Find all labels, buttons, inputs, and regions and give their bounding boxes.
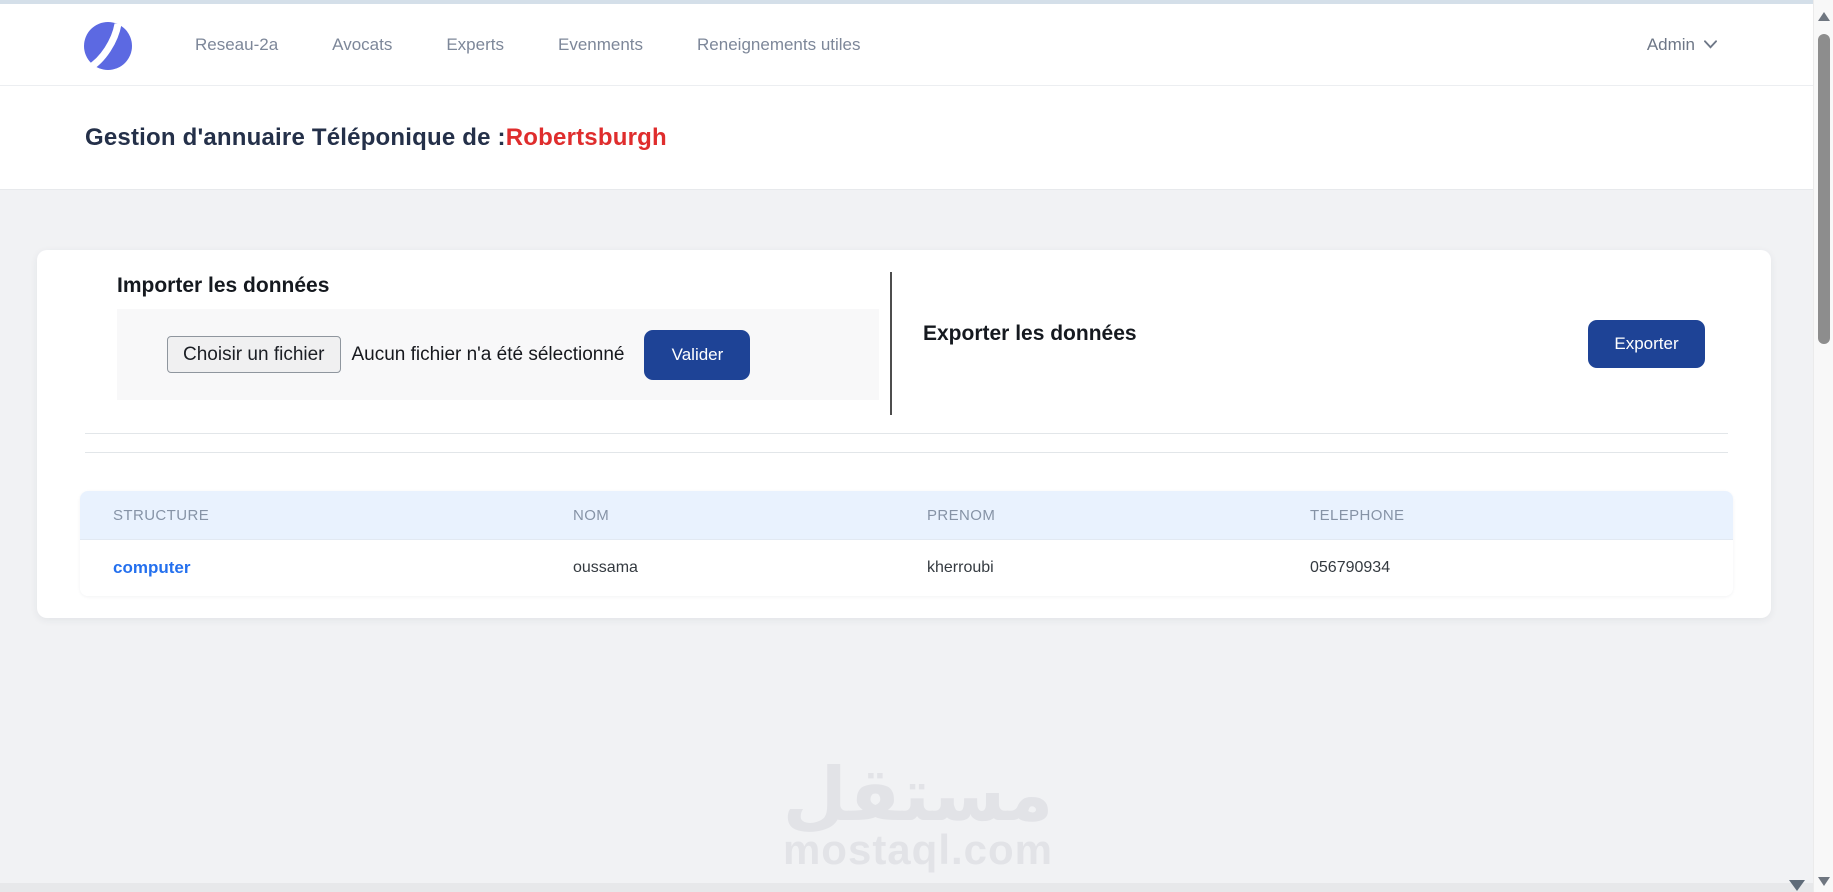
vertical-divider [890, 272, 892, 415]
cell-telephone: 056790934 [1277, 540, 1733, 596]
nav-menu: Reseau-2a Avocats Experts Evenments Rene… [195, 35, 861, 55]
page-title-prefix: Gestion d'annuaire Téléponique de : [85, 123, 506, 151]
table-row: computer oussama kherroubi 056790934 [80, 540, 1733, 596]
nav-item-reseau[interactable]: Reseau-2a [195, 35, 278, 55]
exporter-button[interactable]: Exporter [1588, 320, 1705, 368]
nav-item-experts[interactable]: Experts [446, 35, 504, 55]
page-title: Gestion d'annuaire Téléponique de :Rober… [85, 124, 667, 152]
divider-line-2 [85, 452, 1728, 453]
col-header-nom: NOM [540, 491, 894, 540]
import-section-heading: Importer les données [117, 274, 330, 297]
navbar: Reseau-2a Avocats Experts Evenments Rene… [0, 4, 1833, 86]
scroll-up-arrow-icon[interactable] [1818, 12, 1830, 21]
vertical-scrollbar[interactable] [1813, 0, 1833, 892]
page-title-city: Robertsburgh [505, 123, 667, 151]
admin-dropdown-label: Admin [1646, 34, 1695, 54]
scroll-corner-arrow-icon[interactable] [1789, 880, 1805, 891]
horizontal-scrollbar-track[interactable] [0, 883, 1813, 892]
import-export-card: Importer les données Choisir un fichier … [37, 250, 1771, 618]
nav-item-avocats[interactable]: Avocats [332, 35, 392, 55]
divider-line-1 [85, 433, 1728, 434]
scrollbar-thumb[interactable] [1818, 34, 1830, 344]
structure-link[interactable]: computer [113, 558, 190, 577]
valider-button[interactable]: Valider [644, 329, 751, 380]
file-status-text: Aucun fichier n'a été sélectionné [351, 343, 625, 365]
col-header-prenom: PRENOM [894, 491, 1277, 540]
admin-dropdown[interactable]: Admin [1647, 35, 1717, 55]
nav-item-evenments[interactable]: Evenments [558, 35, 643, 55]
table-header-row: STRUCTURE NOM PRENOM TELEPHONE [80, 491, 1733, 540]
mostaql-watermark: مستقل mostaql.com [783, 758, 1054, 874]
choose-file-button[interactable]: Choisir un fichier [167, 336, 341, 373]
directory-table: STRUCTURE NOM PRENOM TELEPHONE computer … [80, 491, 1733, 596]
watermark-arabic: مستقل [782, 752, 1054, 838]
page-header-band: Gestion d'annuaire Téléponique de :Rober… [0, 86, 1833, 190]
chevron-down-icon [1704, 40, 1717, 49]
scroll-down-arrow-icon[interactable] [1818, 877, 1830, 886]
watermark-latin: mostaql.com [782, 826, 1054, 873]
cell-nom: oussama [540, 540, 894, 596]
brand-logo-icon[interactable] [80, 17, 136, 73]
cell-prenom: kherroubi [894, 540, 1277, 596]
export-section-heading: Exporter les données [923, 322, 1137, 345]
col-header-structure: STRUCTURE [80, 491, 540, 540]
col-header-telephone: TELEPHONE [1277, 491, 1733, 540]
file-upload-area: Choisir un fichier Aucun fichier n'a été… [117, 309, 879, 400]
nav-item-renseignements[interactable]: Reneignements utiles [697, 35, 860, 55]
